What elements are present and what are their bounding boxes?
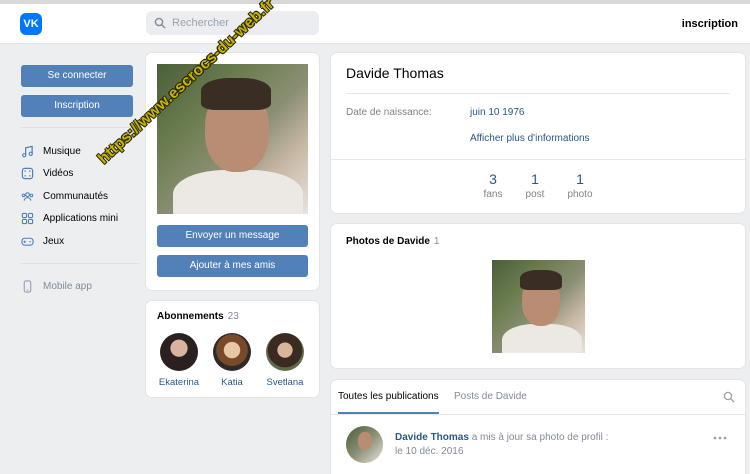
profile-name: Davide Thomas [346, 65, 444, 81]
avatar [213, 333, 251, 371]
sidebar-item-apps[interactable]: Applications mini [21, 208, 133, 231]
subscriptions-count: 23 [227, 311, 239, 322]
sidebar-item-label: Mobile app [43, 281, 92, 293]
groups-icon [21, 191, 34, 201]
sidebar-item-label: Communautés [43, 190, 109, 202]
search-input[interactable] [172, 17, 312, 29]
vk-logo[interactable]: VK [20, 13, 42, 35]
subscriptions-title[interactable]: Abonnements 23 [157, 311, 239, 322]
stat-label: post [525, 189, 545, 200]
nav-divider [21, 127, 139, 128]
gamepad-icon [21, 237, 34, 246]
subscriptions-card: Abonnements 23 Ekaterina Katia Svetlana [146, 301, 319, 397]
avatar [266, 333, 304, 371]
stat-number: 1 [531, 171, 539, 187]
search-icon [154, 17, 166, 29]
birth-date-label: Date de naissance: [346, 107, 432, 118]
tab-own-posts[interactable]: Posts de Davide [454, 380, 527, 414]
post-action-text: a mis à jour sa photo de profil : [471, 432, 609, 443]
subscription-name: Svetlana [266, 377, 304, 388]
tab-divider [331, 414, 745, 415]
profile-photo[interactable] [157, 64, 308, 214]
left-sidebar: Se connecter Inscription Musique Vidéos … [21, 65, 139, 299]
subscription-item[interactable]: Svetlana [259, 333, 311, 388]
subscriptions-label: Abonnements [157, 311, 224, 322]
avatar [160, 333, 198, 371]
avatar[interactable] [346, 426, 383, 463]
sidebar-item-communities[interactable]: Communautés [21, 185, 133, 208]
divider [331, 159, 745, 160]
profile-photo-card: Envoyer un message Ajouter à mes amis [146, 53, 319, 290]
sidebar-item-games[interactable]: Jeux [21, 230, 133, 253]
music-icon [22, 145, 33, 158]
subscription-name: Ekaterina [158, 377, 200, 388]
apps-icon [21, 213, 34, 225]
add-friend-button[interactable]: Ajouter à mes amis [157, 255, 308, 277]
sidebar-item-music[interactable]: Musique [21, 140, 133, 163]
post-header: Davide Thomas a mis à jour sa photo de p… [395, 432, 608, 443]
photos-count: 1 [433, 236, 440, 247]
birth-date-value[interactable]: juin 10 1976 [470, 107, 525, 118]
sidebar-item-label: Musique [43, 145, 81, 157]
subscription-item[interactable]: Ekaterina [153, 333, 205, 388]
show-more-info-link[interactable]: Afficher plus d'informations [470, 133, 590, 144]
search-box[interactable] [146, 11, 319, 35]
photo-thumbnail[interactable] [492, 260, 585, 353]
stat-label: photo [567, 189, 593, 200]
signup-button[interactable]: Inscription [21, 95, 133, 117]
subscription-name: Katia [221, 377, 243, 388]
subscription-item[interactable]: Katia [206, 333, 258, 388]
photos-label: Photos de Davide [346, 236, 430, 247]
send-message-button[interactable]: Envoyer un message [157, 225, 308, 247]
post-author-link[interactable]: Davide Thomas [395, 432, 469, 443]
post-date[interactable]: le 10 déc. 2016 [395, 446, 463, 457]
tab-all-posts[interactable]: Toutes les publications [338, 380, 439, 414]
sidebar-item-label: Applications mini [43, 213, 119, 225]
video-icon [21, 168, 34, 180]
sidebar-item-label: Jeux [43, 235, 65, 247]
divider [346, 93, 730, 94]
search-icon[interactable] [723, 391, 735, 403]
phone-icon [23, 280, 32, 293]
stat-photos[interactable]: 1 photo [555, 171, 605, 200]
top-bar: VK inscription [0, 0, 750, 44]
photos-title[interactable]: Photos de Davide 1 [346, 236, 439, 247]
sidebar-item-label: Vidéos [43, 168, 74, 180]
sidebar-item-videos[interactable]: Vidéos [21, 163, 133, 186]
nav-divider [21, 262, 139, 264]
login-button[interactable]: Se connecter [21, 65, 133, 87]
profile-info-card: Davide Thomas Date de naissance: juin 10… [331, 53, 745, 213]
sidebar-item-mobile-app[interactable]: Mobile app [21, 276, 133, 299]
wall-feed-card: Toutes les publications Posts de Davide … [331, 380, 745, 474]
photos-card: Photos de Davide 1 [331, 224, 745, 368]
stat-posts[interactable]: 1 post [510, 171, 560, 200]
signup-link[interactable]: inscription [682, 18, 738, 30]
more-options-icon[interactable] [713, 436, 727, 440]
stat-number: 1 [576, 171, 584, 187]
